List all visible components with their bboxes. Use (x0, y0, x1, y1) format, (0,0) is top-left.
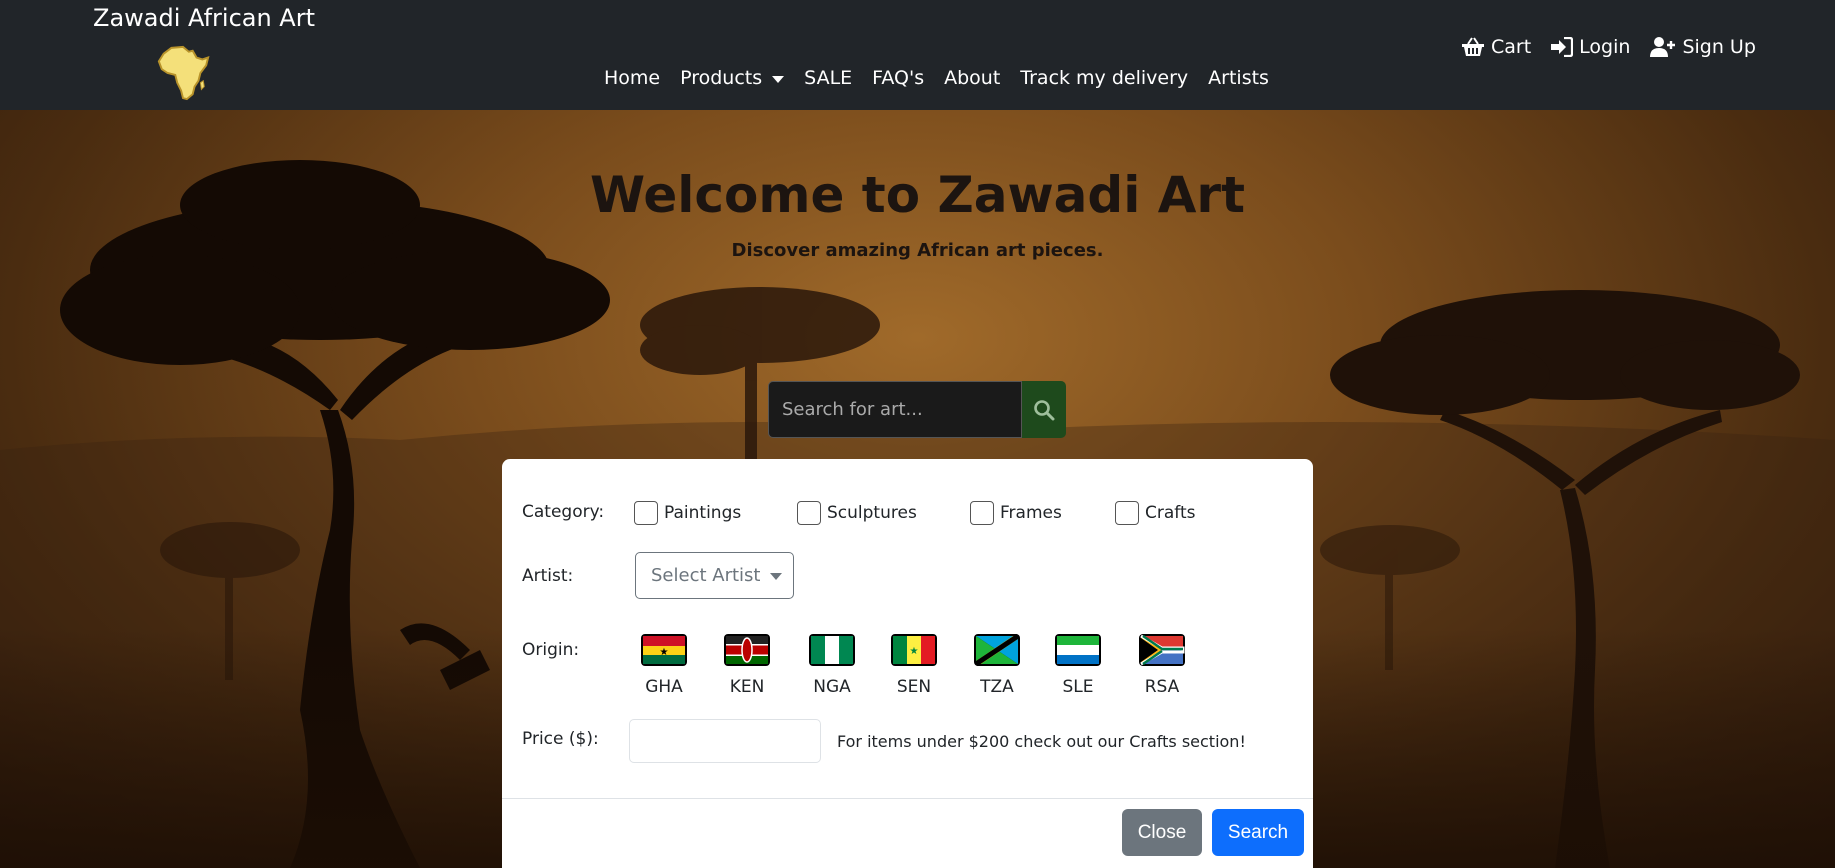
origin-sle[interactable]: SLE (1048, 633, 1108, 697)
origin-nga-label: NGA (813, 677, 851, 697)
login-icon (1551, 37, 1574, 57)
category-frames[interactable]: Frames (970, 501, 1062, 525)
africa-logo-icon[interactable] (154, 44, 212, 102)
sierra-leone-flag-icon (1055, 634, 1101, 666)
artist-label: Artist: (522, 566, 574, 586)
origin-ken-label: KEN (729, 677, 765, 697)
nav-artists[interactable]: Artists (1208, 67, 1269, 89)
category-label: Category: (522, 502, 605, 522)
signup-label: Sign Up (1682, 36, 1756, 58)
caret-down-icon (772, 75, 785, 83)
svg-text:★: ★ (660, 647, 669, 658)
nav-sale[interactable]: SALE (804, 67, 852, 89)
category-sculptures-label: Sculptures (827, 503, 917, 523)
category-paintings-label: Paintings (664, 503, 742, 523)
nav-track-delivery[interactable]: Track my delivery (1020, 67, 1188, 89)
origin-sen[interactable]: ★ SEN (884, 633, 944, 697)
category-crafts[interactable]: Crafts (1115, 501, 1196, 525)
origin-rsa-label: RSA (1144, 677, 1180, 697)
origin-rsa[interactable]: RSA (1132, 633, 1192, 697)
cart-label: Cart (1491, 36, 1532, 58)
nav-sale-label: SALE (804, 67, 853, 89)
origin-tza[interactable]: TZA (967, 633, 1027, 697)
nav-products[interactable]: Products (680, 67, 785, 89)
panel-divider (502, 798, 1313, 799)
caret-down-icon (770, 573, 783, 580)
senegal-flag-icon: ★ (891, 634, 937, 666)
search-icon (1034, 399, 1055, 420)
checkbox[interactable] (970, 501, 994, 525)
price-input[interactable] (629, 719, 821, 763)
hero-title: Welcome to Zawadi Art (589, 166, 1245, 224)
apply-search-button[interactable]: Search (1212, 809, 1304, 856)
artist-select[interactable]: Select Artist (635, 552, 794, 599)
close-button[interactable]: Close (1122, 809, 1202, 856)
origin-gha[interactable]: ★ GHA (634, 633, 694, 697)
main-nav: Home Products SALE FAQ's About Track my … (604, 67, 1289, 89)
tanzania-flag-icon (974, 633, 1020, 667)
category-paintings[interactable]: Paintings (634, 501, 741, 525)
svg-text:★: ★ (910, 646, 919, 657)
origin-label: Origin: (522, 640, 580, 660)
ghana-flag-icon: ★ (641, 634, 687, 666)
nav-cart[interactable]: Cart (1461, 36, 1531, 58)
nav-track-delivery-label: Track my delivery (1020, 67, 1189, 89)
navbar: Zawadi African Art Home Products SALE FA… (0, 0, 1835, 110)
category-frames-label: Frames (1000, 503, 1062, 523)
nav-home[interactable]: Home (604, 67, 660, 89)
south-africa-flag-icon (1139, 634, 1185, 666)
artist-select-value: Select Artist (651, 565, 761, 586)
account-nav: Cart Login Sign Up (1461, 36, 1776, 58)
kenya-flag-icon (724, 634, 770, 666)
brand-name[interactable]: Zawadi African Art (93, 4, 315, 32)
origin-sle-label: SLE (1062, 677, 1094, 697)
nigeria-flag-icon (809, 634, 855, 666)
nav-faqs-label: FAQ's (872, 67, 925, 89)
basket-icon (1462, 37, 1484, 56)
filter-panel: Category: Paintings Sculptures Frames Cr… (502, 459, 1313, 868)
price-note: For items under $200 check out our Craft… (837, 732, 1246, 751)
search-bar (768, 381, 1066, 438)
login-label: Login (1579, 36, 1631, 58)
checkbox[interactable] (797, 501, 821, 525)
price-label: Price ($): (522, 729, 599, 749)
origin-tza-label: TZA (980, 677, 1014, 697)
nav-artists-label: Artists (1208, 67, 1269, 89)
nav-about[interactable]: About (944, 67, 1000, 89)
search-input[interactable] (768, 381, 1022, 438)
nav-signup[interactable]: Sign Up (1650, 36, 1756, 58)
user-plus-icon (1650, 37, 1676, 57)
search-button[interactable] (1022, 381, 1066, 438)
origin-nga[interactable]: NGA (802, 633, 862, 697)
nav-login[interactable]: Login (1551, 36, 1630, 58)
nav-home-label: Home (604, 67, 661, 89)
category-sculptures[interactable]: Sculptures (797, 501, 917, 525)
origin-sen-label: SEN (896, 677, 932, 697)
nav-products-label: Products (680, 67, 763, 89)
category-crafts-label: Crafts (1145, 503, 1196, 523)
hero-subtitle: Discover amazing African art pieces. (731, 240, 1104, 261)
nav-about-label: About (944, 67, 1001, 89)
origin-ken[interactable]: KEN (717, 633, 777, 697)
checkbox[interactable] (634, 501, 658, 525)
origin-gha-label: GHA (645, 677, 683, 697)
checkbox[interactable] (1115, 501, 1139, 525)
nav-faqs[interactable]: FAQ's (872, 67, 924, 89)
